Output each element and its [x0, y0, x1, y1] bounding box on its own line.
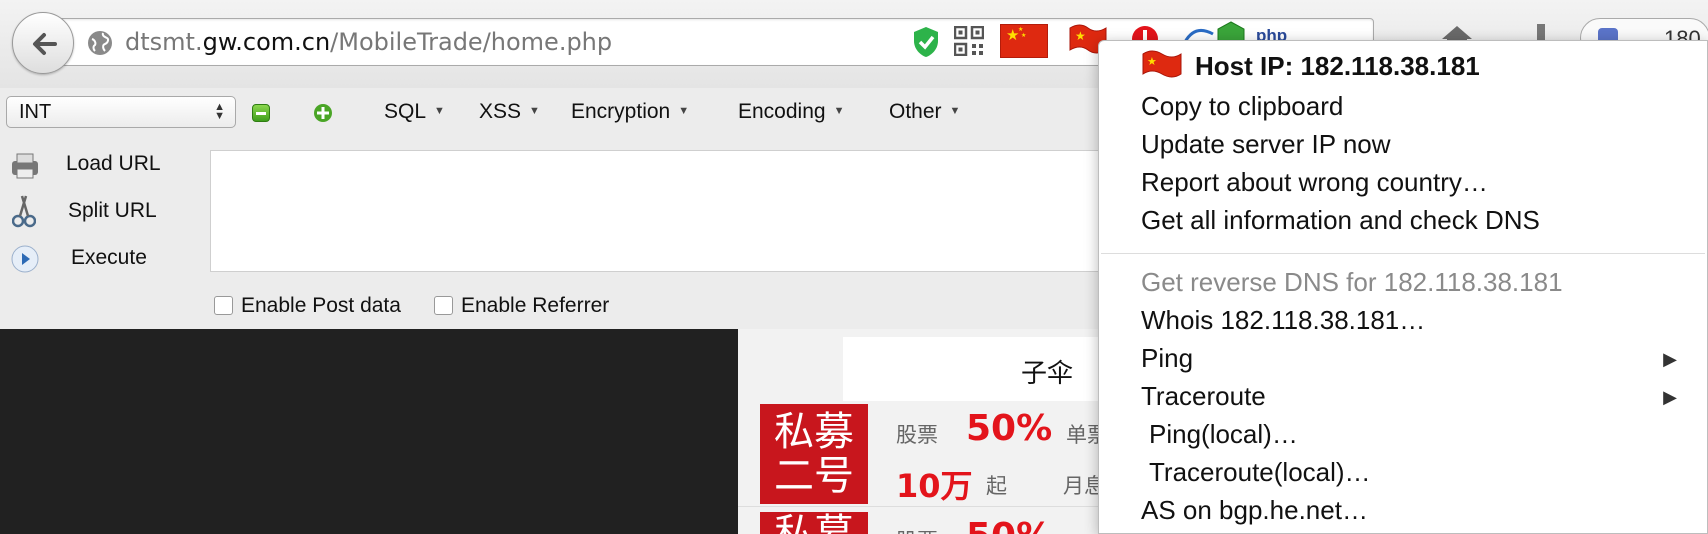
- copy-clipboard-item[interactable]: Copy to clipboard: [1141, 91, 1343, 122]
- split-url-button[interactable]: Split URL: [68, 199, 157, 223]
- execute-button[interactable]: Execute: [71, 246, 147, 270]
- svg-text:★: ★: [1075, 29, 1086, 43]
- url-textarea[interactable]: [210, 150, 1110, 272]
- stock-label: 股票: [896, 423, 938, 447]
- svg-text:★: ★: [1147, 56, 1157, 68]
- checkbox-box: [434, 296, 453, 315]
- dropdown-arrow-icon: ▼: [678, 105, 690, 117]
- dropdown-arrow-icon: ▼: [949, 105, 961, 117]
- submenu-arrow-icon: ▶: [1663, 387, 1677, 407]
- traceroute-item[interactable]: Traceroute: [1141, 381, 1266, 412]
- load-url-button[interactable]: Load URL: [66, 152, 161, 176]
- qr-code-icon[interactable]: [953, 25, 985, 61]
- get-all-info-item[interactable]: Get all information and check DNS: [1141, 205, 1540, 236]
- dropdown-arrow-icon: ▼: [434, 105, 445, 117]
- enable-referrer-checkbox[interactable]: Enable Referrer: [434, 294, 609, 318]
- host-ip-item: Host IP: 182.118.38.181: [1195, 51, 1480, 81]
- play-icon: [10, 244, 40, 279]
- dropdown-arrow-icon: ▼: [833, 105, 845, 117]
- stock-percent-2: 50%: [966, 516, 1052, 534]
- minus-icon[interactable]: [252, 104, 270, 122]
- dropdown-arrow-icon: ▼: [529, 105, 540, 117]
- type-select[interactable]: INT ▲ ▼: [6, 96, 236, 128]
- plus-icon[interactable]: [313, 103, 333, 128]
- china-flag-icon[interactable]: ★ ★ ★: [1000, 24, 1048, 58]
- qi-label: 起: [986, 474, 1007, 498]
- ping-item[interactable]: Ping: [1141, 343, 1193, 374]
- scissors-icon: [11, 194, 37, 233]
- private-fund-2-badge: 私募 二号: [760, 404, 868, 504]
- min-amount: 10万: [896, 467, 973, 505]
- menu-encryption[interactable]: Encryption ▼: [571, 100, 689, 124]
- menu-xss[interactable]: XSS ▼: [479, 100, 540, 124]
- type-select-value: INT: [19, 101, 52, 123]
- ip-context-menu: ★ Host IP: 182.118.38.181 Copy to clipbo…: [1098, 40, 1708, 534]
- reverse-dns-item: Get reverse DNS for 182.118.38.181: [1141, 267, 1563, 297]
- back-arrow-icon: [33, 33, 57, 55]
- update-ip-item[interactable]: Update server IP now: [1141, 129, 1391, 160]
- stock-percent: 50%: [966, 408, 1053, 449]
- whois-item[interactable]: Whois 182.118.38.181…: [1141, 305, 1425, 336]
- submenu-arrow-icon: ▶: [1663, 349, 1677, 369]
- private-fund-badge: 私募: [760, 512, 868, 534]
- menu-encoding[interactable]: Encoding ▼: [738, 100, 844, 124]
- globe-icon: [87, 30, 113, 61]
- printer-icon: [10, 152, 40, 185]
- menu-separator: [1101, 253, 1705, 254]
- url-text: dtsmt.gw.com.cn/MobileTrade/home.php: [125, 28, 613, 56]
- select-arrows-icon: ▲ ▼: [214, 101, 225, 122]
- china-flag-icon: ★: [1141, 49, 1183, 84]
- enable-post-checkbox[interactable]: Enable Post data: [214, 294, 401, 318]
- back-button[interactable]: [12, 12, 74, 74]
- checkbox-box: [214, 296, 233, 315]
- report-country-item[interactable]: Report about wrong country…: [1141, 167, 1488, 198]
- as-bgp-item[interactable]: AS on bgp.he.net…: [1141, 495, 1368, 526]
- shield-check-icon[interactable]: [912, 26, 940, 63]
- traceroute-local-item[interactable]: Traceroute(local)…: [1149, 457, 1371, 488]
- ping-local-item[interactable]: Ping(local)…: [1149, 419, 1298, 450]
- menu-other[interactable]: Other ▼: [889, 100, 960, 124]
- stock-label-2: 股票: [896, 525, 938, 534]
- menu-sql[interactable]: SQL ▼: [384, 100, 445, 124]
